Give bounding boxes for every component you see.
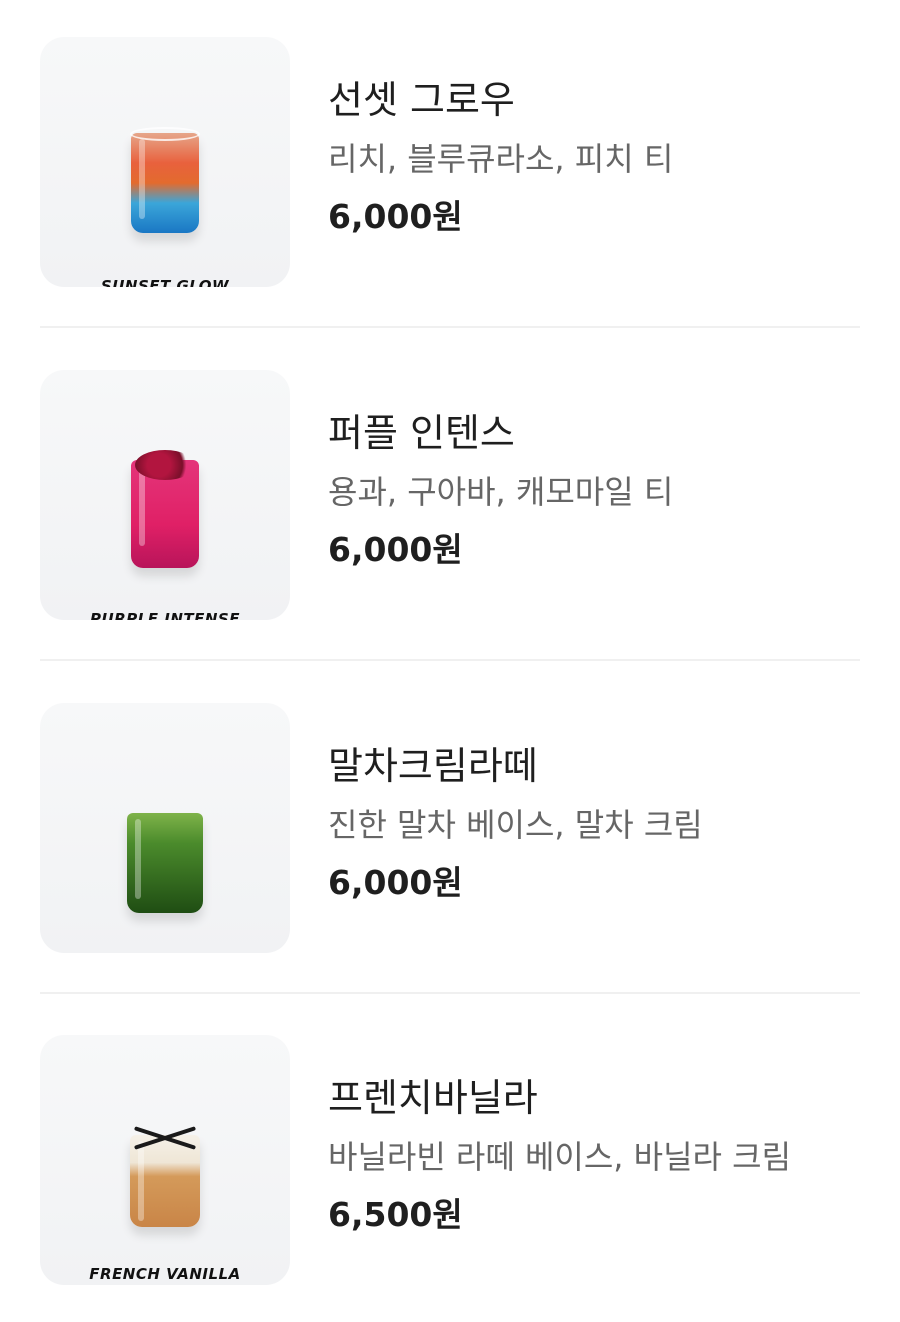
- garnish-icon: [135, 450, 195, 480]
- drink-glass-icon: [131, 133, 199, 233]
- divider: [40, 326, 860, 328]
- menu-item-info: 퍼플 인텐스 용과, 구아바, 캐모마일 티 6,000원: [328, 410, 860, 570]
- menu-item-description: 용과, 구아바, 캐모마일 티: [328, 473, 674, 511]
- menu-item-image: SUNSET GLOW: [40, 37, 290, 287]
- menu-item-info: 말차크림라떼 진한 말차 베이스, 말차 크림 6,000원: [328, 743, 860, 903]
- divider: [40, 992, 860, 994]
- menu-item-name: 선셋 그로우: [328, 78, 515, 122]
- menu-item-description: 리치, 블루큐라소, 피치 티: [328, 140, 674, 178]
- menu-item-price: 6,500원: [328, 1195, 463, 1234]
- menu-item-description: 진한 말차 베이스, 말차 크림: [328, 806, 703, 844]
- image-caption: SUNSET GLOW: [100, 277, 230, 287]
- divider: [40, 659, 860, 661]
- drink-glass-icon: [127, 813, 203, 913]
- glass-rim-icon: [130, 127, 200, 141]
- menu-item-price: 6,000원: [328, 197, 463, 236]
- image-caption: PURPLE INTENSE: [90, 610, 240, 620]
- menu-item-price: 6,000원: [328, 530, 463, 569]
- menu-item-image: PURPLE INTENSE: [40, 370, 290, 620]
- menu-item-description: 바닐라빈 라떼 베이스, 바닐라 크림: [328, 1138, 792, 1176]
- ribbon-bow-icon: [125, 1127, 205, 1147]
- menu-item-image: [40, 703, 290, 953]
- menu-item-info: 프렌치바닐라 바닐라빈 라떼 베이스, 바닐라 크림 6,500원: [328, 1075, 860, 1235]
- menu-item-price: 6,000원: [328, 863, 463, 902]
- menu-item-name: 프렌치바닐라: [328, 1076, 538, 1120]
- menu-item-info: 선셋 그로우 리치, 블루큐라소, 피치 티 6,000원: [328, 77, 860, 237]
- menu-item-image: FRENCH VANILLA: [40, 1035, 290, 1285]
- menu-item-sunset-glow[interactable]: SUNSET GLOW 선셋 그로우 리치, 블루큐라소, 피치 티 6,000…: [40, 37, 860, 287]
- menu-list: SUNSET GLOW 선셋 그로우 리치, 블루큐라소, 피치 티 6,000…: [0, 0, 900, 1322]
- image-caption: FRENCH VANILLA: [89, 1265, 241, 1283]
- menu-item-name: 퍼플 인텐스: [328, 411, 515, 455]
- menu-item-purple-intense[interactable]: PURPLE INTENSE 퍼플 인텐스 용과, 구아바, 캐모마일 티 6,…: [40, 370, 860, 620]
- menu-item-matcha-cream-latte[interactable]: 말차크림라떼 진한 말차 베이스, 말차 크림 6,000원: [40, 703, 860, 953]
- drink-glass-icon: [130, 1135, 200, 1227]
- menu-item-name: 말차크림라떼: [328, 744, 538, 788]
- menu-item-french-vanilla[interactable]: FRENCH VANILLA 프렌치바닐라 바닐라빈 라떼 베이스, 바닐라 크…: [40, 1035, 860, 1285]
